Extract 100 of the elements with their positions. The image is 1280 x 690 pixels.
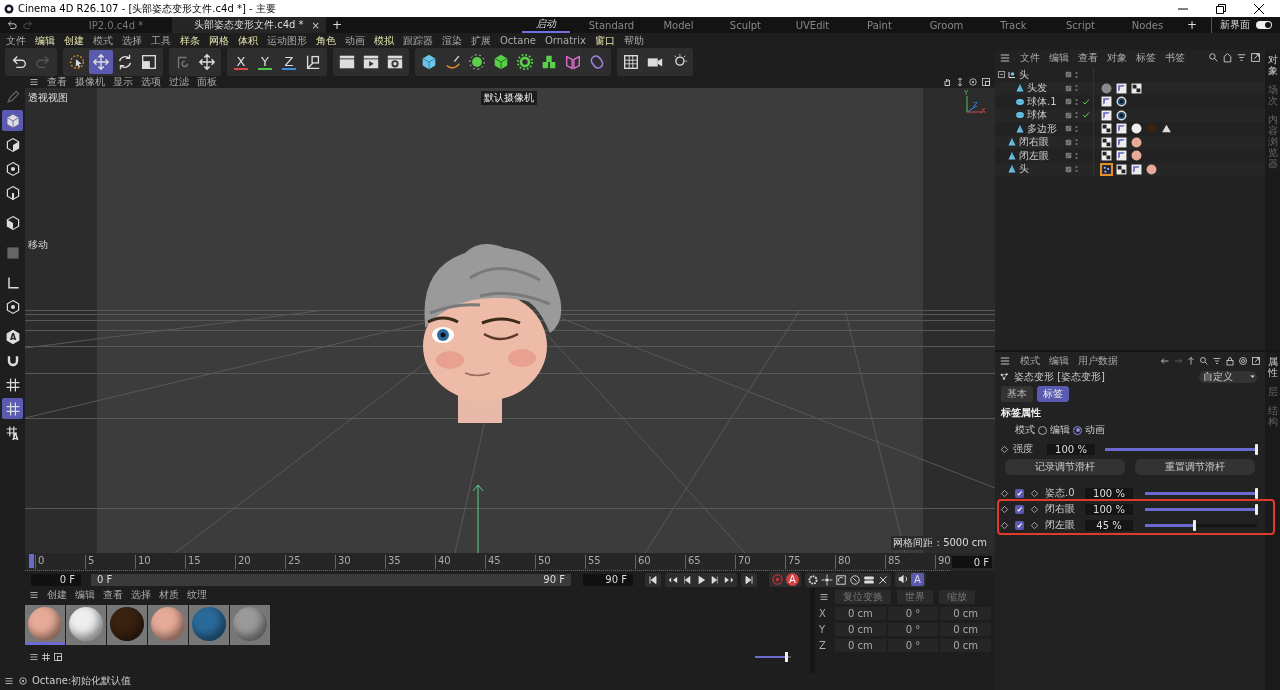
value-field[interactable]: 45 % bbox=[1085, 519, 1133, 531]
mode-tool-button[interactable]: A bbox=[2, 326, 23, 347]
add-layout-button[interactable]: + bbox=[1180, 18, 1203, 32]
coordinate-field[interactable]: 0 ° bbox=[887, 623, 939, 636]
material-menu-item[interactable]: 选择 bbox=[131, 588, 151, 602]
end-frame-field[interactable]: 90 F bbox=[583, 573, 633, 586]
object-row[interactable]: 多边形 bbox=[995, 122, 1265, 136]
axis-toggle-button[interactable]: Z bbox=[277, 50, 301, 74]
menu-item[interactable]: 标签 bbox=[1136, 50, 1156, 65]
side-tab[interactable]: 属性 bbox=[1267, 356, 1278, 379]
viewport-menu-item[interactable]: 显示 bbox=[113, 76, 133, 88]
coordinate-field[interactable]: 0 cm bbox=[835, 607, 886, 620]
viewport-menu-item[interactable]: 选项 bbox=[141, 76, 161, 88]
menu-item[interactable]: 工具 bbox=[151, 33, 171, 48]
layout-tab[interactable]: Track bbox=[987, 17, 1039, 33]
coordinate-field[interactable]: 0 cm bbox=[940, 639, 991, 652]
tab-close-button[interactable]: × bbox=[311, 19, 320, 31]
document-tab[interactable]: 头部姿态变形文件.c4d * × bbox=[172, 17, 326, 33]
frame-range-bar[interactable]: 0 F 90 F bbox=[91, 573, 571, 586]
menu-item[interactable]: 编辑 bbox=[1049, 50, 1069, 65]
object-name[interactable]: 头 bbox=[1019, 67, 1029, 82]
camera-label[interactable]: 默认摄像机 bbox=[481, 91, 537, 105]
object-name[interactable]: 闭左眼 bbox=[1019, 148, 1049, 163]
menu-item[interactable]: 查看 bbox=[1078, 50, 1098, 65]
start-frame-field[interactable]: 0 F bbox=[31, 573, 81, 586]
object-row[interactable]: 闭左眼 bbox=[995, 149, 1265, 163]
value-field[interactable]: 100 % bbox=[1085, 503, 1133, 515]
menu-item[interactable]: 创建 bbox=[64, 33, 84, 48]
menu-item[interactable]: 网格 bbox=[209, 33, 229, 48]
menu-item[interactable]: 书签 bbox=[1165, 50, 1185, 65]
menu-item[interactable]: 选择 bbox=[122, 33, 142, 48]
menu-item[interactable]: 模拟 bbox=[374, 33, 394, 48]
coordinate-field[interactable]: 0 cm bbox=[835, 639, 886, 652]
material-menu-item[interactable]: 创建 bbox=[47, 588, 67, 602]
object-name[interactable]: 头 bbox=[1019, 162, 1029, 177]
material-menu-item[interactable]: 查看 bbox=[103, 588, 123, 602]
menu-item[interactable]: 动画 bbox=[345, 33, 365, 48]
action-button[interactable]: 记录调节滑杆 bbox=[1005, 459, 1125, 476]
menu-item[interactable]: 扩展 bbox=[471, 33, 491, 48]
attribute-tab[interactable]: 标签 bbox=[1037, 386, 1069, 403]
layout-tab[interactable]: Standard bbox=[585, 17, 637, 33]
menu-item[interactable]: 文件 bbox=[1020, 50, 1040, 65]
viewport-menu-item[interactable]: 摄像机 bbox=[75, 76, 105, 88]
value-field[interactable]: 100 % bbox=[1085, 487, 1133, 499]
preset-dropdown[interactable]: 自定义 bbox=[1199, 370, 1257, 383]
side-tab[interactable]: 对象 bbox=[1267, 54, 1278, 76]
object-name[interactable]: 头发 bbox=[1027, 81, 1047, 96]
menu-item[interactable]: 窗口 bbox=[594, 33, 615, 48]
material-menu-item[interactable]: 材质 bbox=[159, 588, 179, 602]
timing-button[interactable]: A bbox=[911, 573, 924, 586]
menu-item[interactable]: 样条 bbox=[180, 33, 200, 48]
layout-tab[interactable]: Script bbox=[1054, 17, 1106, 33]
object-name[interactable]: 多边形 bbox=[1027, 121, 1057, 136]
object-name[interactable]: 闭右眼 bbox=[1019, 135, 1049, 150]
menu-item[interactable]: 帮助 bbox=[623, 33, 644, 48]
layout-tab[interactable]: Sculpt bbox=[719, 17, 771, 33]
axis-toggle-button[interactable]: X bbox=[229, 50, 253, 74]
current-frame-field[interactable]: 0 F bbox=[952, 556, 992, 568]
menu-item[interactable]: 编辑 bbox=[35, 33, 55, 48]
radio-label[interactable]: 动画 bbox=[1085, 423, 1105, 438]
menu-item[interactable]: 渲染 bbox=[442, 33, 462, 48]
menu-item[interactable]: 文件 bbox=[6, 33, 26, 48]
coordinate-field[interactable]: 0 cm bbox=[835, 623, 886, 636]
value-field[interactable]: 100 % bbox=[1047, 443, 1095, 455]
menu-item[interactable]: 体积 bbox=[238, 33, 258, 48]
coordinate-field[interactable]: 0 cm bbox=[940, 623, 991, 636]
radio-label[interactable]: 编辑 bbox=[1050, 423, 1070, 438]
menu-item[interactable]: Octane bbox=[500, 35, 536, 46]
material-menu-item[interactable]: 纹理 bbox=[187, 588, 207, 602]
action-button[interactable]: 重置调节滑杆 bbox=[1135, 459, 1255, 476]
coordinate-field[interactable]: 0 ° bbox=[887, 639, 939, 652]
object-row[interactable]: 闭右眼 bbox=[995, 135, 1265, 149]
menu-item[interactable]: 模式 bbox=[93, 33, 113, 48]
object-name[interactable]: 球体 bbox=[1027, 108, 1047, 123]
menu-item[interactable]: 对象 bbox=[1107, 50, 1127, 65]
autokey-button[interactable]: A bbox=[786, 573, 799, 586]
layout-tab[interactable]: Groom bbox=[920, 17, 972, 33]
menu-item[interactable]: 编辑 bbox=[1049, 353, 1069, 368]
coordinate-field[interactable]: 0 cm bbox=[940, 607, 991, 620]
object-row[interactable]: 球体 bbox=[995, 108, 1265, 122]
coordinate-field[interactable]: 0 ° bbox=[887, 607, 939, 620]
viewport-menu-item[interactable]: 面板 bbox=[197, 76, 217, 88]
layout-tab[interactable]: Paint bbox=[853, 17, 905, 33]
attribute-tab[interactable]: 基本 bbox=[1001, 386, 1033, 403]
menu-item[interactable]: Ornatrix bbox=[544, 35, 586, 46]
layout-tab[interactable]: Model bbox=[652, 17, 704, 33]
menu-item[interactable]: 用户数据 bbox=[1078, 353, 1118, 368]
axis-toggle-button[interactable]: Y bbox=[253, 50, 277, 74]
layout-tab[interactable]: UVEdit bbox=[786, 17, 838, 33]
viewport-menu-item[interactable]: 过滤 bbox=[169, 76, 189, 88]
new-tab-button[interactable]: + bbox=[325, 18, 349, 32]
layout-tab[interactable]: Nodes bbox=[1121, 17, 1173, 33]
object-row[interactable]: 头 bbox=[995, 68, 1265, 82]
object-row[interactable]: 头 bbox=[995, 162, 1265, 176]
menu-item[interactable]: 模式 bbox=[1020, 353, 1040, 368]
document-tab[interactable]: IP2.0.c4d * bbox=[60, 17, 172, 33]
menu-item[interactable]: 角色 bbox=[316, 33, 336, 48]
timeline-ruler[interactable]: 0 5 10 15 20 25 30 35 40 45 50 55 60 65 70 75 80 85 90 bbox=[25, 553, 950, 571]
mode-tool-button[interactable]: A bbox=[2, 422, 23, 443]
material-menu-item[interactable]: 编辑 bbox=[75, 588, 95, 602]
